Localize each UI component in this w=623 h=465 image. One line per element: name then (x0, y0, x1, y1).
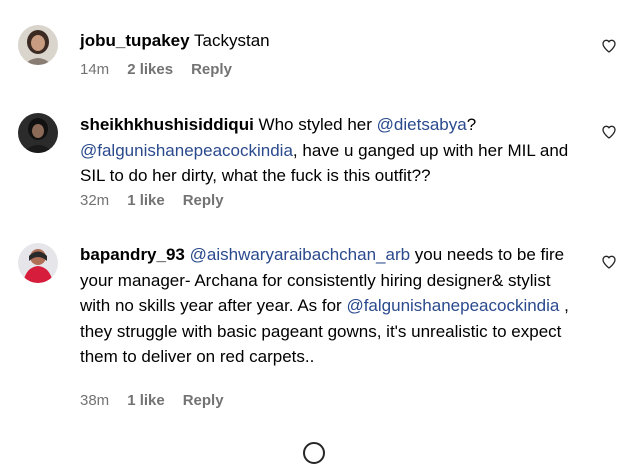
reply-button[interactable]: Reply (183, 392, 224, 409)
mention-link[interactable]: @falgunishanepeacockindia (80, 141, 293, 160)
like-heart-icon[interactable] (601, 38, 617, 54)
load-more-circle-icon[interactable] (302, 441, 326, 465)
mention-link[interactable]: @falgunishanepeacockindia (346, 296, 559, 315)
comment-meta: 38m 1 like Reply (80, 392, 224, 409)
comment-meta: 14m 2 likes Reply (80, 61, 232, 78)
comment-username[interactable]: jobu_tupakey (80, 31, 190, 50)
reply-button[interactable]: Reply (183, 192, 224, 209)
comment-meta: 32m 1 like Reply (80, 192, 224, 209)
comment-username[interactable]: bapandry_93 (80, 245, 185, 264)
comment-likes[interactable]: 2 likes (127, 61, 173, 78)
comment-text: ? (466, 115, 477, 134)
comment-likes[interactable]: 1 like (127, 392, 165, 409)
comment-username[interactable]: sheikhkhushisiddiqui (80, 115, 254, 134)
avatar[interactable] (18, 243, 58, 283)
comment-time: 38m (80, 392, 110, 409)
comment-body: sheikhkhushisiddiqui Who styled her @die… (80, 112, 580, 189)
comment-likes[interactable]: 1 like (127, 192, 165, 209)
mention-link[interactable]: @aishwaryaraibachchan_arb (190, 245, 410, 264)
reply-button[interactable]: Reply (191, 61, 232, 78)
mention-link[interactable]: @dietsabya (377, 115, 467, 134)
comment-text: Tackystan (194, 31, 270, 50)
like-heart-icon[interactable] (601, 124, 617, 140)
comment-text: Who styled her (258, 115, 372, 134)
comment-body: jobu_tupakey Tackystan (80, 28, 580, 54)
like-heart-icon[interactable] (601, 254, 617, 270)
avatar[interactable] (18, 25, 58, 65)
comment-time: 32m (80, 192, 110, 209)
avatar[interactable] (18, 113, 58, 153)
comment-time: 14m (80, 61, 110, 78)
comment-body: bapandry_93 @aishwaryaraibachchan_arb yo… (80, 242, 580, 370)
